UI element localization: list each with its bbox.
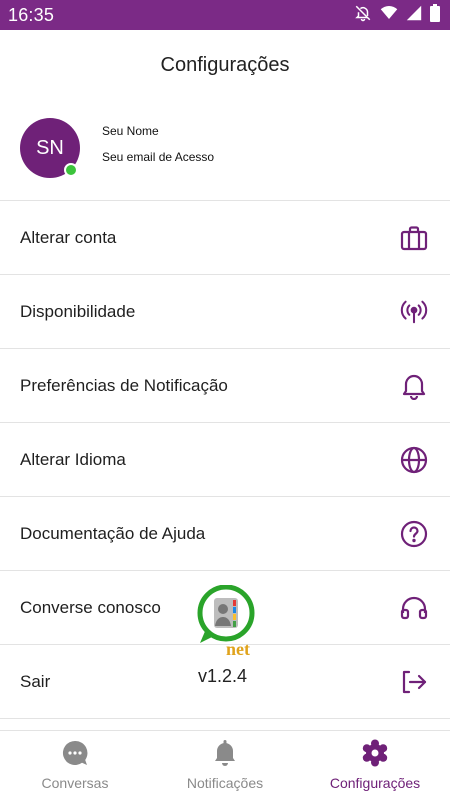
menu-item-disponibilidade[interactable]: Disponibilidade (0, 275, 450, 349)
logout-icon (400, 668, 428, 696)
online-status-indicator (64, 163, 78, 177)
wifi-icon (380, 5, 398, 26)
broadcast-icon (400, 298, 428, 326)
nav-label: Notificações (186, 775, 264, 791)
nav-item-conversas[interactable]: Conversas (0, 731, 150, 800)
menu-item-label: Alterar Idioma (20, 449, 126, 469)
gear-icon (361, 739, 389, 767)
battery-icon (430, 3, 440, 27)
nav-item-notificacoes[interactable]: Notificações (150, 731, 300, 800)
bell-icon (400, 372, 428, 400)
menu-item-label: Disponibilidade (20, 301, 136, 321)
globe-icon (400, 446, 428, 474)
watermark-text: net (226, 639, 250, 657)
profile-card[interactable]: SN Seu Nome Seu email de Acesso (20, 118, 440, 184)
avatar-initials: SN (36, 136, 64, 159)
menu-item-alterar-idioma[interactable]: Alterar Idioma (0, 423, 450, 497)
nav-label: Conversas (41, 775, 109, 791)
profile-name: Seu Nome (102, 124, 159, 138)
notifications-off-icon (354, 4, 372, 27)
watermark-logo: net (196, 584, 260, 659)
menu-item-label: Alterar conta (20, 227, 117, 247)
signal-icon (406, 5, 422, 26)
status-bar: 16:35 (0, 0, 450, 30)
headphones-icon (400, 594, 428, 622)
bell-icon (211, 739, 239, 767)
status-icons (354, 3, 440, 27)
menu-item-documentacao-ajuda[interactable]: Documentação de Ajuda (0, 497, 450, 571)
menu-item-label: Sair (20, 671, 51, 691)
chat-bubble-icon (61, 739, 89, 767)
status-time: 16:35 (8, 4, 55, 25)
menu-item-label: Preferências de Notificação (20, 375, 228, 395)
profile-email: Seu email de Acesso (102, 150, 215, 164)
page-title: Configurações (160, 54, 290, 76)
nav-label: Configurações (329, 775, 421, 791)
bottom-navigation: Conversas Notificações Configurações (0, 730, 450, 800)
menu-item-label: Converse conosco (20, 597, 161, 617)
menu-item-alterar-conta[interactable]: Alterar conta (0, 201, 450, 275)
help-circle-icon (400, 520, 428, 548)
menu-item-preferencias-notificacao[interactable]: Preferências de Notificação (0, 349, 450, 423)
version-label: v1.2.4 (198, 666, 248, 686)
briefcase-icon (400, 224, 428, 252)
menu-item-label: Documentação de Ajuda (20, 523, 206, 543)
nav-item-configuracoes[interactable]: Configurações (300, 731, 450, 800)
